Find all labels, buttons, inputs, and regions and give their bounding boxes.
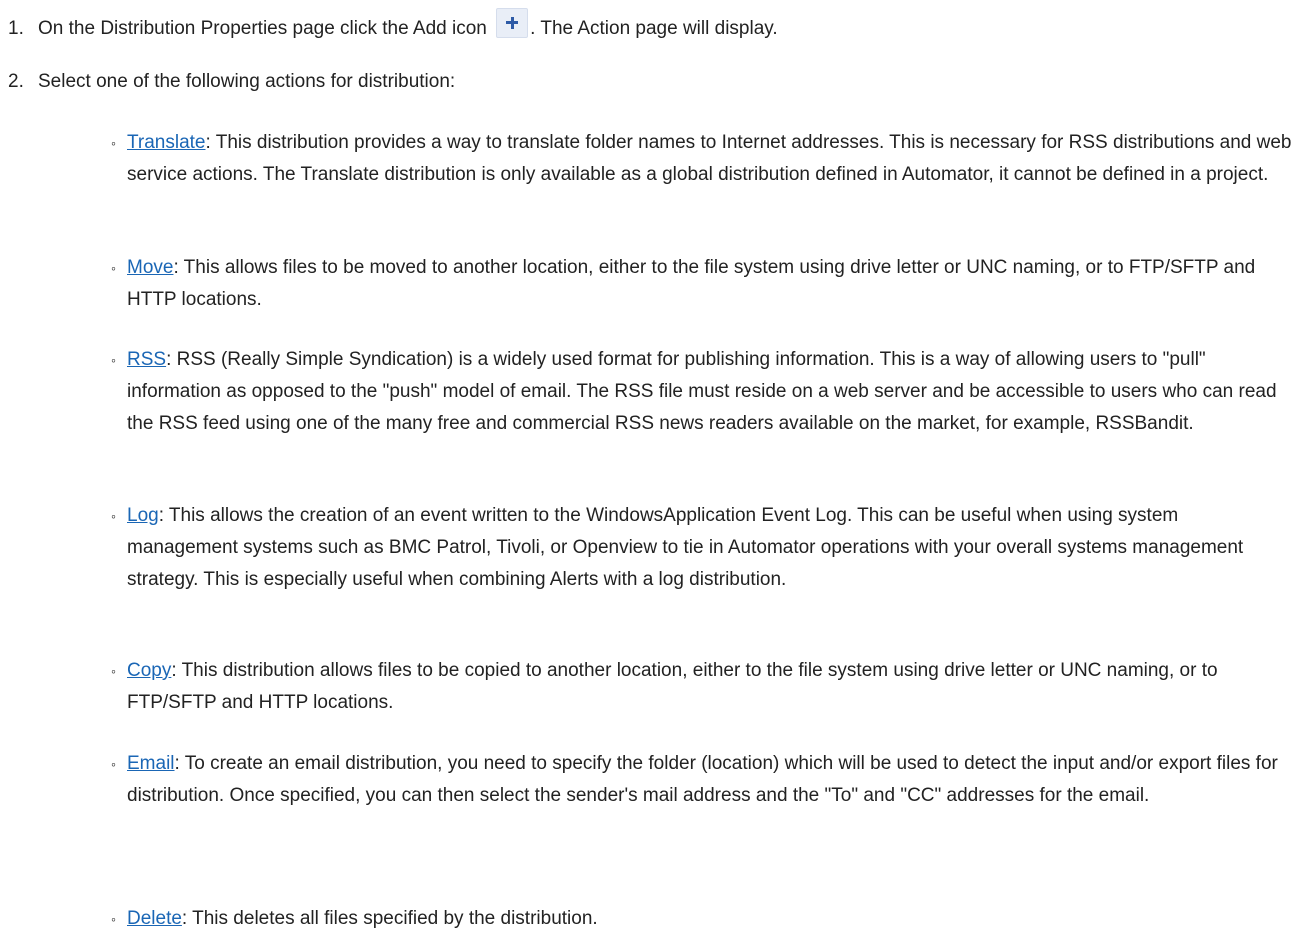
bullet-icon: ◦ [111, 663, 116, 679]
step-text: On the Distribution Properties page clic… [38, 18, 487, 39]
bullet-icon: ◦ [111, 135, 116, 151]
step-text-after-icon: . The Action page will display. [530, 18, 778, 39]
rss-link[interactable]: RSS [127, 349, 166, 370]
action-item-delete: ◦ Delete: This deletes all files specifie… [111, 903, 1292, 935]
step-text: Select one of the following actions for … [38, 71, 456, 92]
step-number: 2. [8, 71, 24, 92]
instruction-step-2: 2. Select one of the following actions fo… [8, 67, 455, 97]
bullet-icon: ◦ [111, 756, 116, 772]
action-description: : This distribution allows files to be c… [127, 660, 1218, 713]
action-description: : To create an email distribution, you n… [127, 753, 1278, 806]
bullet-icon: ◦ [111, 508, 116, 524]
action-item-move: ◦ Move: This allows files to be moved to … [111, 252, 1292, 316]
bullet-icon: ◦ [111, 260, 116, 276]
action-description: : This allows files to be moved to anoth… [127, 257, 1256, 310]
add-plus-icon [496, 8, 529, 38]
translate-link[interactable]: Translate [127, 132, 206, 153]
log-link[interactable]: Log [127, 505, 159, 526]
email-link[interactable]: Email [127, 753, 175, 774]
action-description: : RSS (Really Simple Syndication) is a w… [127, 349, 1277, 434]
action-description: : This deletes all files specified by th… [181, 908, 598, 929]
move-link[interactable]: Move [127, 257, 173, 278]
action-description: : This distribution provides a way to tr… [127, 132, 1292, 185]
action-item-email: ◦ Email: To create an email distribution,… [111, 748, 1292, 812]
bullet-icon: ◦ [111, 911, 116, 927]
instruction-step-1: 1. On the Distribution Properties page cl… [8, 8, 778, 44]
action-item-translate: ◦ Translate: This distribution provides a… [111, 127, 1292, 191]
delete-link[interactable]: Delete [127, 908, 182, 929]
action-item-log: ◦ Log: This allows the creation of an eve… [111, 500, 1292, 596]
action-item-rss: ◦ RSS: RSS (Really Simple Syndication) is… [111, 344, 1292, 440]
step-number: 1. [8, 18, 24, 39]
copy-link[interactable]: Copy [127, 660, 171, 681]
action-description: : This allows the creation of an event w… [127, 505, 1244, 590]
action-item-copy: ◦ Copy: This distribution allows files to… [111, 655, 1292, 719]
bullet-icon: ◦ [111, 352, 116, 368]
